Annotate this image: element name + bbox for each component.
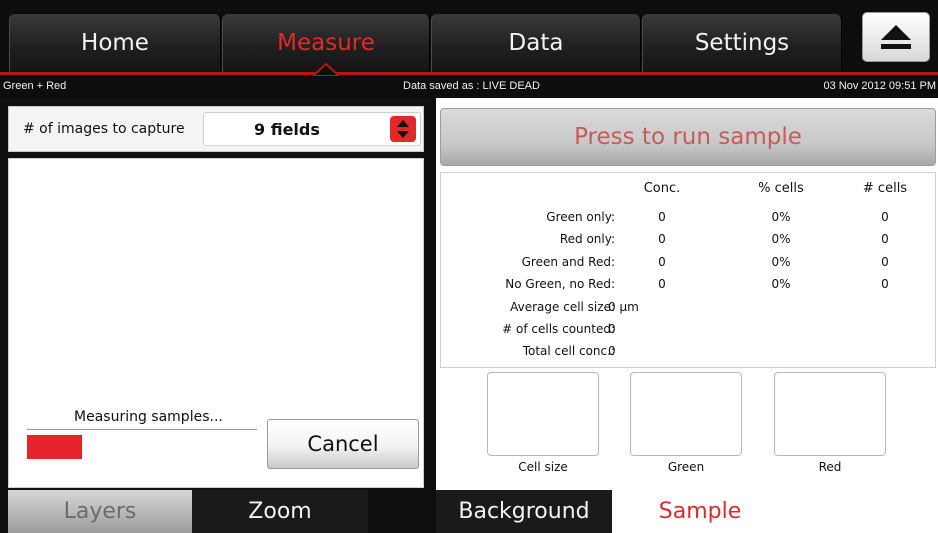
tab-sample[interactable]: Sample [612,490,788,533]
green-thumbnail[interactable] [630,372,742,456]
row-label-green-and-red: Green and Red: [521,255,615,269]
red-only-conc: 0 [658,232,666,246]
progress-divider [27,429,257,430]
total-cell-conc-value: 0 [608,344,616,358]
red-only-count: 0 [881,232,889,246]
header-conc: Conc. [643,181,681,196]
green-only-count: 0 [881,210,889,224]
active-tab-notch [313,62,339,76]
eject-button[interactable] [862,12,930,62]
avg-cell-size-value: 0 µm [608,300,639,314]
capture-fields-value: 9 fields [254,120,320,139]
tab-data[interactable]: Data [431,14,641,72]
cell-size-thumbnail-label: Cell size [518,460,568,474]
cells-counted-label: # of cells counted: [502,322,615,336]
tab-settings[interactable]: Settings [642,14,842,72]
green-and-red-conc: 0 [658,255,666,269]
progress-fill [27,435,82,459]
no-green-no-red-count: 0 [881,277,889,291]
status-mode: Green + Red [3,80,67,92]
avg-cell-size-label: Average cell size: [510,300,615,314]
row-label-red-only: Red only: [559,232,615,246]
no-green-no-red-pct: 0% [771,277,791,291]
no-green-no-red-conc: 0 [658,277,666,291]
total-cell-conc-label: Total cell conc.: [522,344,615,358]
cells-counted-value: 0 [608,322,616,336]
tab-zoom[interactable]: Zoom [192,490,368,533]
results-table: Conc. % cells # cells Green only: 0 0% 0… [440,172,936,368]
run-sample-button[interactable]: Press to run sample [440,108,936,166]
red-thumbnail-label: Red [818,460,842,474]
green-only-conc: 0 [658,210,666,224]
capture-fields-select[interactable]: 9 fields [203,112,421,146]
eject-icon [881,25,911,49]
progress-label: Measuring samples... [74,409,223,425]
status-save-name: Data saved as : LIVE DEAD [403,80,540,92]
header-pct-cells: % cells [758,181,804,196]
row-label-green-only: Green only: [546,210,615,224]
cancel-button[interactable]: Cancel [267,419,419,469]
header-num-cells: # cells [862,181,908,196]
row-label-no-green-no-red: No Green, no Red: [505,277,615,291]
top-navigation: Home Measure Data Settings [0,0,938,76]
progress-bar [27,435,257,459]
tab-layers[interactable]: Layers [8,490,192,533]
green-only-pct: 0% [771,210,791,224]
green-thumbnail-label: Green [667,460,705,474]
tab-home[interactable]: Home [9,14,221,72]
status-bar: Green + Red Data saved as : LIVE DEAD 03… [0,76,938,98]
green-and-red-pct: 0% [771,255,791,269]
tab-background[interactable]: Background [436,490,612,533]
nav-underline [0,72,938,75]
green-and-red-count: 0 [881,255,889,269]
red-only-pct: 0% [771,232,791,246]
red-thumbnail[interactable] [774,372,886,456]
status-datetime: 03 Nov 2012 09:51 PM [823,80,936,92]
cell-size-thumbnail[interactable] [487,372,599,456]
up-down-arrows-icon[interactable] [390,116,416,142]
capture-label: # of images to capture [23,121,185,137]
image-preview-area: Measuring samples... Cancel [8,158,424,488]
capture-settings: # of images to capture 9 fields [8,106,424,152]
